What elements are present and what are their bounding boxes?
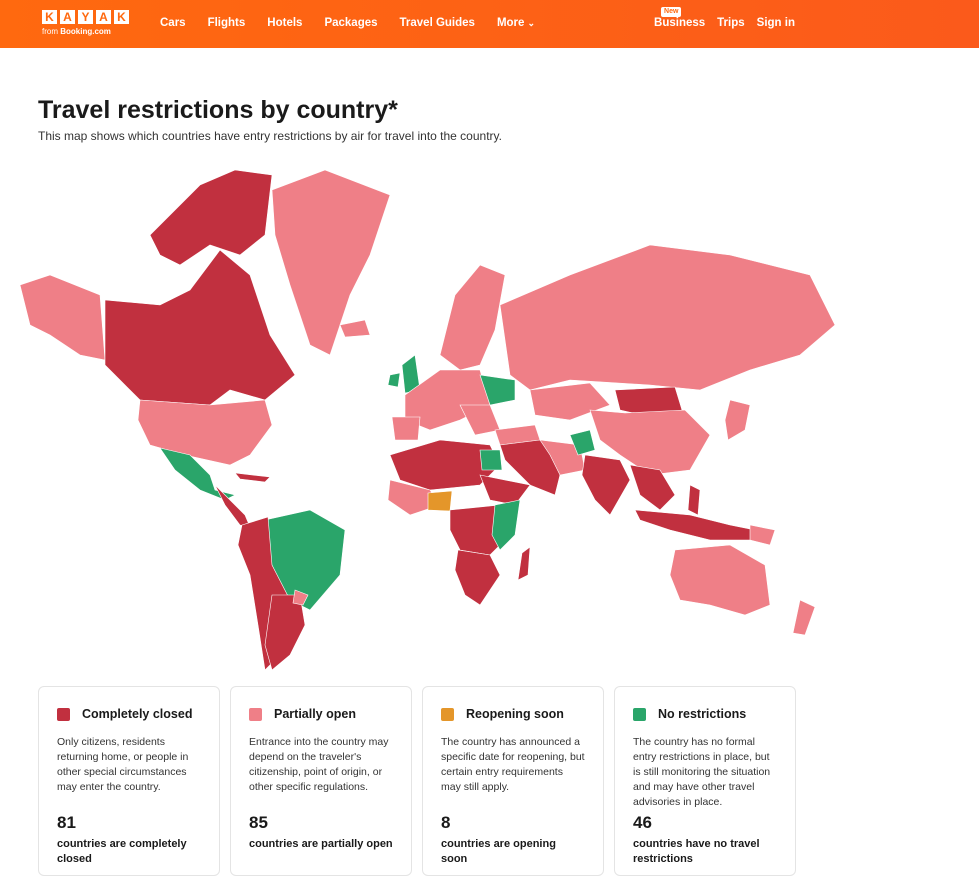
country-canada[interactable] <box>104 249 296 406</box>
new-badge: New <box>661 7 682 17</box>
legend-card-title: Completely closed <box>82 707 193 721</box>
country-argentina[interactable] <box>264 594 306 671</box>
top-navigation-bar: K A Y A K from Booking.com Cars Flights … <box>0 0 979 48</box>
legend-card-partially-open: Partially open Entrance into the country… <box>230 686 412 876</box>
country-cuba[interactable] <box>234 472 271 483</box>
country-russia[interactable] <box>499 244 836 391</box>
country-balkans[interactable] <box>459 404 501 436</box>
country-madagascar[interactable] <box>517 546 531 581</box>
account-nav: New Business Trips Sign in <box>642 7 795 29</box>
country-canada-arctic[interactable] <box>149 169 273 266</box>
swatch-none <box>633 707 646 721</box>
logo-letters: K A Y A K <box>42 10 129 24</box>
page-subtitle: This map shows which countries have entr… <box>38 129 502 143</box>
kayak-logo[interactable]: K A Y A K from Booking.com <box>42 10 129 36</box>
legend-card-no-restrictions: No restrictions The country has no forma… <box>614 686 796 876</box>
logo-letter: A <box>60 10 75 24</box>
country-nigeria[interactable] <box>427 490 453 512</box>
logo-letter: K <box>42 10 57 24</box>
legend-card-description: Entrance into the country may depend on … <box>249 736 389 793</box>
country-southern-africa[interactable] <box>454 549 501 606</box>
legend-card-header: Reopening soon <box>441 707 585 721</box>
country-scandinavia[interactable] <box>439 264 506 371</box>
legend-card-completely-closed: Completely closed Only citizens, residen… <box>38 686 220 876</box>
country-east-africa[interactable] <box>491 499 521 551</box>
nav-travel-guides[interactable]: Travel Guides <box>400 17 475 29</box>
country-alaska[interactable] <box>19 274 106 361</box>
legend-card-title: No restrictions <box>658 707 747 721</box>
legend-card-header: Partially open <box>249 707 393 721</box>
legend-card-count: 85 <box>249 813 268 832</box>
legend-card-foot: countries have no travel restrictions <box>633 838 760 865</box>
legend-card-count: 46 <box>633 813 652 832</box>
country-japan[interactable] <box>724 399 751 441</box>
nav-cars[interactable]: Cars <box>160 17 186 29</box>
legend-card-count: 81 <box>57 813 76 832</box>
swatch-closed <box>57 707 70 721</box>
swatch-reopening <box>441 707 454 721</box>
legend-card-count: 8 <box>441 813 451 832</box>
country-india[interactable] <box>581 454 631 516</box>
legend-card-description: The country has announced a specific dat… <box>441 736 585 793</box>
legend-card-description: Only citizens, residents returning home,… <box>57 736 189 793</box>
nav-business[interactable]: New Business <box>654 7 706 29</box>
country-usa[interactable] <box>137 399 273 466</box>
legend-card-title: Partially open <box>274 707 356 721</box>
legend-card-title: Reopening soon <box>466 707 564 721</box>
country-egypt[interactable] <box>479 449 503 471</box>
legend-card-header: No restrictions <box>633 707 777 721</box>
logo-subtitle: from Booking.com <box>42 27 129 36</box>
nav-trips[interactable]: Trips <box>717 17 744 29</box>
legend-card-reopening-soon: Reopening soon The country has announced… <box>422 686 604 876</box>
nav-flights[interactable]: Flights <box>208 17 246 29</box>
nav-more[interactable]: More ⌄ <box>497 17 535 29</box>
nav-packages[interactable]: Packages <box>324 17 377 29</box>
nav-business-label: Business <box>654 17 706 29</box>
logo-brand-text: Booking.com <box>60 27 111 36</box>
logo-letter: A <box>96 10 111 24</box>
country-australia[interactable] <box>669 544 771 616</box>
country-horn-africa[interactable] <box>479 474 531 506</box>
country-iberia[interactable] <box>391 416 421 441</box>
legend-card-foot: countries are partially open <box>249 838 393 850</box>
country-greenland[interactable] <box>271 169 391 356</box>
country-philippines[interactable] <box>687 484 701 516</box>
nav-hotels[interactable]: Hotels <box>267 17 302 29</box>
country-new-zealand[interactable] <box>792 599 816 636</box>
page-title: Travel restrictions by country* <box>38 96 398 124</box>
legend-cards: Completely closed Only citizens, residen… <box>38 686 796 876</box>
country-ireland[interactable] <box>387 372 401 388</box>
logo-letter: Y <box>78 10 93 24</box>
main-nav: Cars Flights Hotels Packages Travel Guid… <box>160 17 557 29</box>
world-map[interactable] <box>10 155 840 675</box>
nav-more-label: More <box>496 17 525 29</box>
logo-from-text: from <box>42 27 58 36</box>
legend-card-description: The country has no formal entry restrict… <box>633 736 771 808</box>
swatch-partial <box>249 707 262 721</box>
country-papua[interactable] <box>749 524 776 546</box>
country-iceland[interactable] <box>339 319 371 338</box>
legend-card-foot: countries are completely closed <box>57 838 187 865</box>
legend-card-header: Completely closed <box>57 707 201 721</box>
logo-letter: K <box>114 10 129 24</box>
legend-card-foot: countries are opening soon <box>441 838 556 865</box>
chevron-down-icon: ⌄ <box>527 18 535 28</box>
nav-sign-in[interactable]: Sign in <box>757 17 795 29</box>
country-central-america[interactable] <box>214 484 251 528</box>
